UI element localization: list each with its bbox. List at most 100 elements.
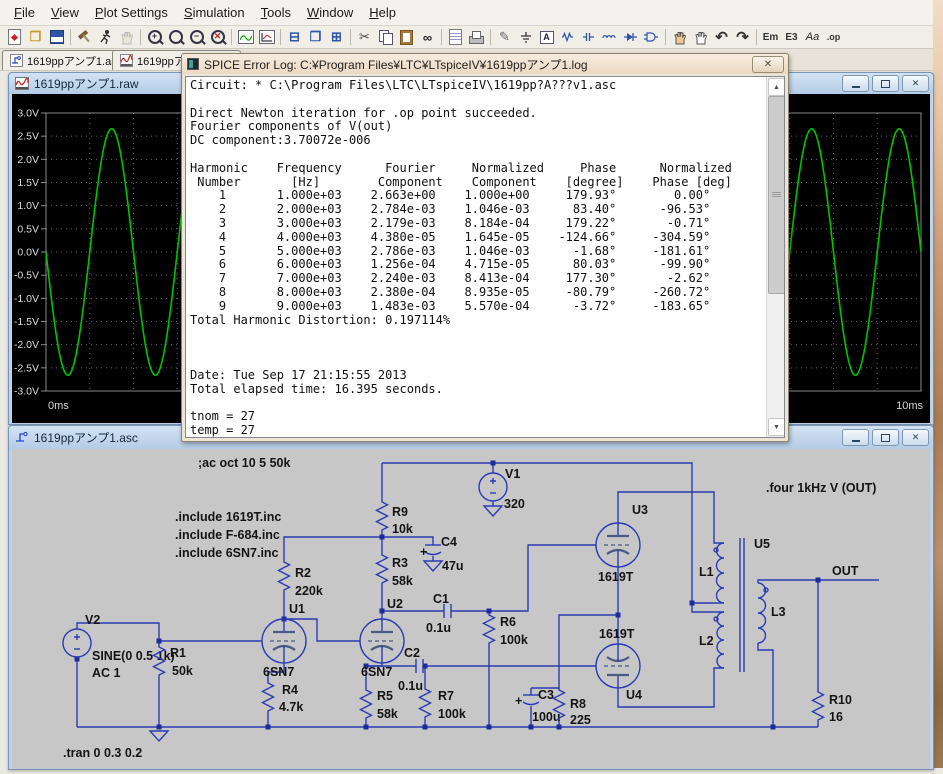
- desktop-background-strip: [933, 0, 943, 768]
- redo-icon[interactable]: ↷: [732, 28, 753, 47]
- open-file-icon[interactable]: ❒: [25, 28, 46, 47]
- log-scrollbar[interactable]: ▲ ▼: [766, 77, 784, 437]
- control-panel-icon[interactable]: [74, 28, 95, 47]
- undo-icon[interactable]: ↶: [711, 28, 732, 47]
- close-button[interactable]: ✕: [902, 429, 929, 446]
- svg-text:C3: C3: [538, 688, 554, 702]
- restore-button[interactable]: [872, 75, 899, 92]
- svg-text:R2: R2: [295, 566, 311, 580]
- svg-text:6SN7: 6SN7: [263, 665, 294, 679]
- scrollbar-thumb[interactable]: [768, 96, 785, 294]
- text-icon[interactable]: Aa: [802, 28, 823, 47]
- paste-icon[interactable]: [396, 28, 417, 47]
- component-r9[interactable]: R9 10k: [377, 500, 413, 536]
- directive-include-3[interactable]: .include 6SN7.inc: [175, 546, 279, 560]
- directive-include-1[interactable]: .include 1619T.inc: [175, 510, 281, 524]
- mirror-icon[interactable]: Em: [760, 28, 781, 47]
- draw-wire-icon[interactable]: ✎: [494, 28, 515, 47]
- component-u4[interactable]: 1619T U4: [596, 627, 642, 702]
- menu-file[interactable]: File: [6, 0, 43, 25]
- inductor-icon[interactable]: [599, 28, 620, 47]
- component-icon[interactable]: [641, 28, 662, 47]
- diode-icon[interactable]: [620, 28, 641, 47]
- zoom-out-icon[interactable]: −: [186, 28, 207, 47]
- zoom-full-extents-icon[interactable]: ✕: [207, 28, 228, 47]
- menu-window[interactable]: Window: [299, 0, 361, 25]
- print-preview-icon[interactable]: [445, 28, 466, 47]
- component-c2[interactable]: C2 0.1u: [398, 646, 423, 693]
- tab-schematic[interactable]: 1619ppアンプ1.asc: [2, 50, 130, 70]
- cascade-windows-icon[interactable]: ❐: [305, 28, 326, 47]
- component-r3[interactable]: R3 58k: [377, 553, 413, 588]
- restore-button[interactable]: [872, 429, 899, 446]
- cut-icon[interactable]: ✂: [354, 28, 375, 47]
- svg-text:4.7k: 4.7k: [279, 700, 303, 714]
- resistor-icon[interactable]: [557, 28, 578, 47]
- menu-plot-settings[interactable]: Plot Settings: [87, 0, 176, 25]
- spice-error-log-dialog: SPICE Error Log: C:¥Program Files¥LTC¥LT…: [181, 53, 789, 442]
- tile-horizontal-icon[interactable]: ⊟: [284, 28, 305, 47]
- spice-directive-icon[interactable]: .op: [823, 28, 844, 47]
- dialog-titlebar[interactable]: SPICE Error Log: C:¥Program Files¥LTC¥LT…: [182, 54, 788, 74]
- rotate-icon[interactable]: E3: [781, 28, 802, 47]
- directive-include-2[interactable]: .include F-684.inc: [175, 528, 280, 542]
- svg-text:47u: 47u: [442, 559, 464, 573]
- component-u3[interactable]: U3 1619T: [596, 503, 648, 584]
- svg-text:U5: U5: [754, 537, 770, 551]
- minimize-button[interactable]: [842, 429, 869, 446]
- autorange-icon[interactable]: [235, 28, 256, 47]
- svg-text:U4: U4: [626, 688, 642, 702]
- tile-vertical-icon[interactable]: ⊞: [326, 28, 347, 47]
- component-v1[interactable]: V1 320: [479, 467, 525, 511]
- component-c1[interactable]: C1 0.1u: [426, 592, 451, 635]
- zoom-area-icon[interactable]: [165, 28, 186, 47]
- component-r4[interactable]: R4 4.7k: [263, 681, 304, 714]
- svg-text:C4: C4: [441, 535, 457, 549]
- run-simulation-icon[interactable]: [95, 28, 116, 47]
- copy-icon[interactable]: [375, 28, 396, 47]
- component-c3[interactable]: + C3 100u: [515, 688, 561, 724]
- minimize-button[interactable]: [842, 75, 869, 92]
- schematic-window: 1619ppアンプ1.asc ✕: [8, 425, 934, 770]
- svg-text:100u: 100u: [532, 710, 561, 724]
- new-schematic-icon[interactable]: [4, 28, 25, 47]
- component-r7[interactable]: R7 100k: [420, 687, 466, 721]
- component-r6[interactable]: R6 100k: [484, 613, 528, 647]
- component-r2[interactable]: R2 220k: [279, 560, 323, 598]
- component-r5[interactable]: R5 58k: [361, 688, 398, 721]
- menu-tools[interactable]: Tools: [253, 0, 299, 25]
- zoom-in-icon[interactable]: +: [144, 28, 165, 47]
- net-label-icon[interactable]: A: [536, 28, 557, 47]
- capacitor-icon[interactable]: [578, 28, 599, 47]
- menu-view[interactable]: View: [43, 0, 87, 25]
- component-c4[interactable]: + C4 47u: [420, 535, 464, 573]
- svg-text:-2.0V: -2.0V: [14, 339, 39, 351]
- menu-simulation[interactable]: Simulation: [176, 0, 253, 25]
- scroll-up-icon[interactable]: ▲: [768, 78, 785, 96]
- save-icon[interactable]: [46, 28, 67, 47]
- menu-help[interactable]: Help: [361, 0, 404, 25]
- print-icon[interactable]: [466, 28, 487, 47]
- svg-text:R6: R6: [500, 615, 516, 629]
- schematic-canvas[interactable]: V2 SINE(0 0.5 1k) AC 1 R1 50k U1 6SN7 R4…: [12, 449, 930, 769]
- schematic-drawing: V2 SINE(0 0.5 1k) AC 1 R1 50k U1 6SN7 R4…: [12, 449, 930, 769]
- dialog-close-button[interactable]: ✕: [752, 56, 784, 73]
- directive-ac[interactable]: ;ac oct 10 5 50k: [198, 456, 290, 470]
- svg-text:+: +: [420, 545, 427, 559]
- svg-text:16: 16: [829, 710, 843, 724]
- svg-text:R3: R3: [392, 556, 408, 570]
- wires: [77, 463, 879, 727]
- directive-tran[interactable]: .tran 0 0.3 0.2: [63, 746, 142, 760]
- close-button[interactable]: ✕: [902, 75, 929, 92]
- find-icon[interactable]: ∞: [417, 28, 438, 47]
- ground-icon[interactable]: [515, 28, 536, 47]
- move-icon[interactable]: [669, 28, 690, 47]
- svg-text:10k: 10k: [392, 522, 413, 536]
- plot-settings-icon[interactable]: [256, 28, 277, 47]
- x-axis-end-label: 10ms: [896, 400, 923, 412]
- directive-four[interactable]: .four 1kHz V (OUT): [766, 481, 876, 495]
- scroll-down-icon[interactable]: ▼: [768, 418, 785, 436]
- drag-icon[interactable]: [690, 28, 711, 47]
- net-label-out[interactable]: OUT: [832, 564, 859, 578]
- component-r10[interactable]: R10 16: [813, 690, 852, 724]
